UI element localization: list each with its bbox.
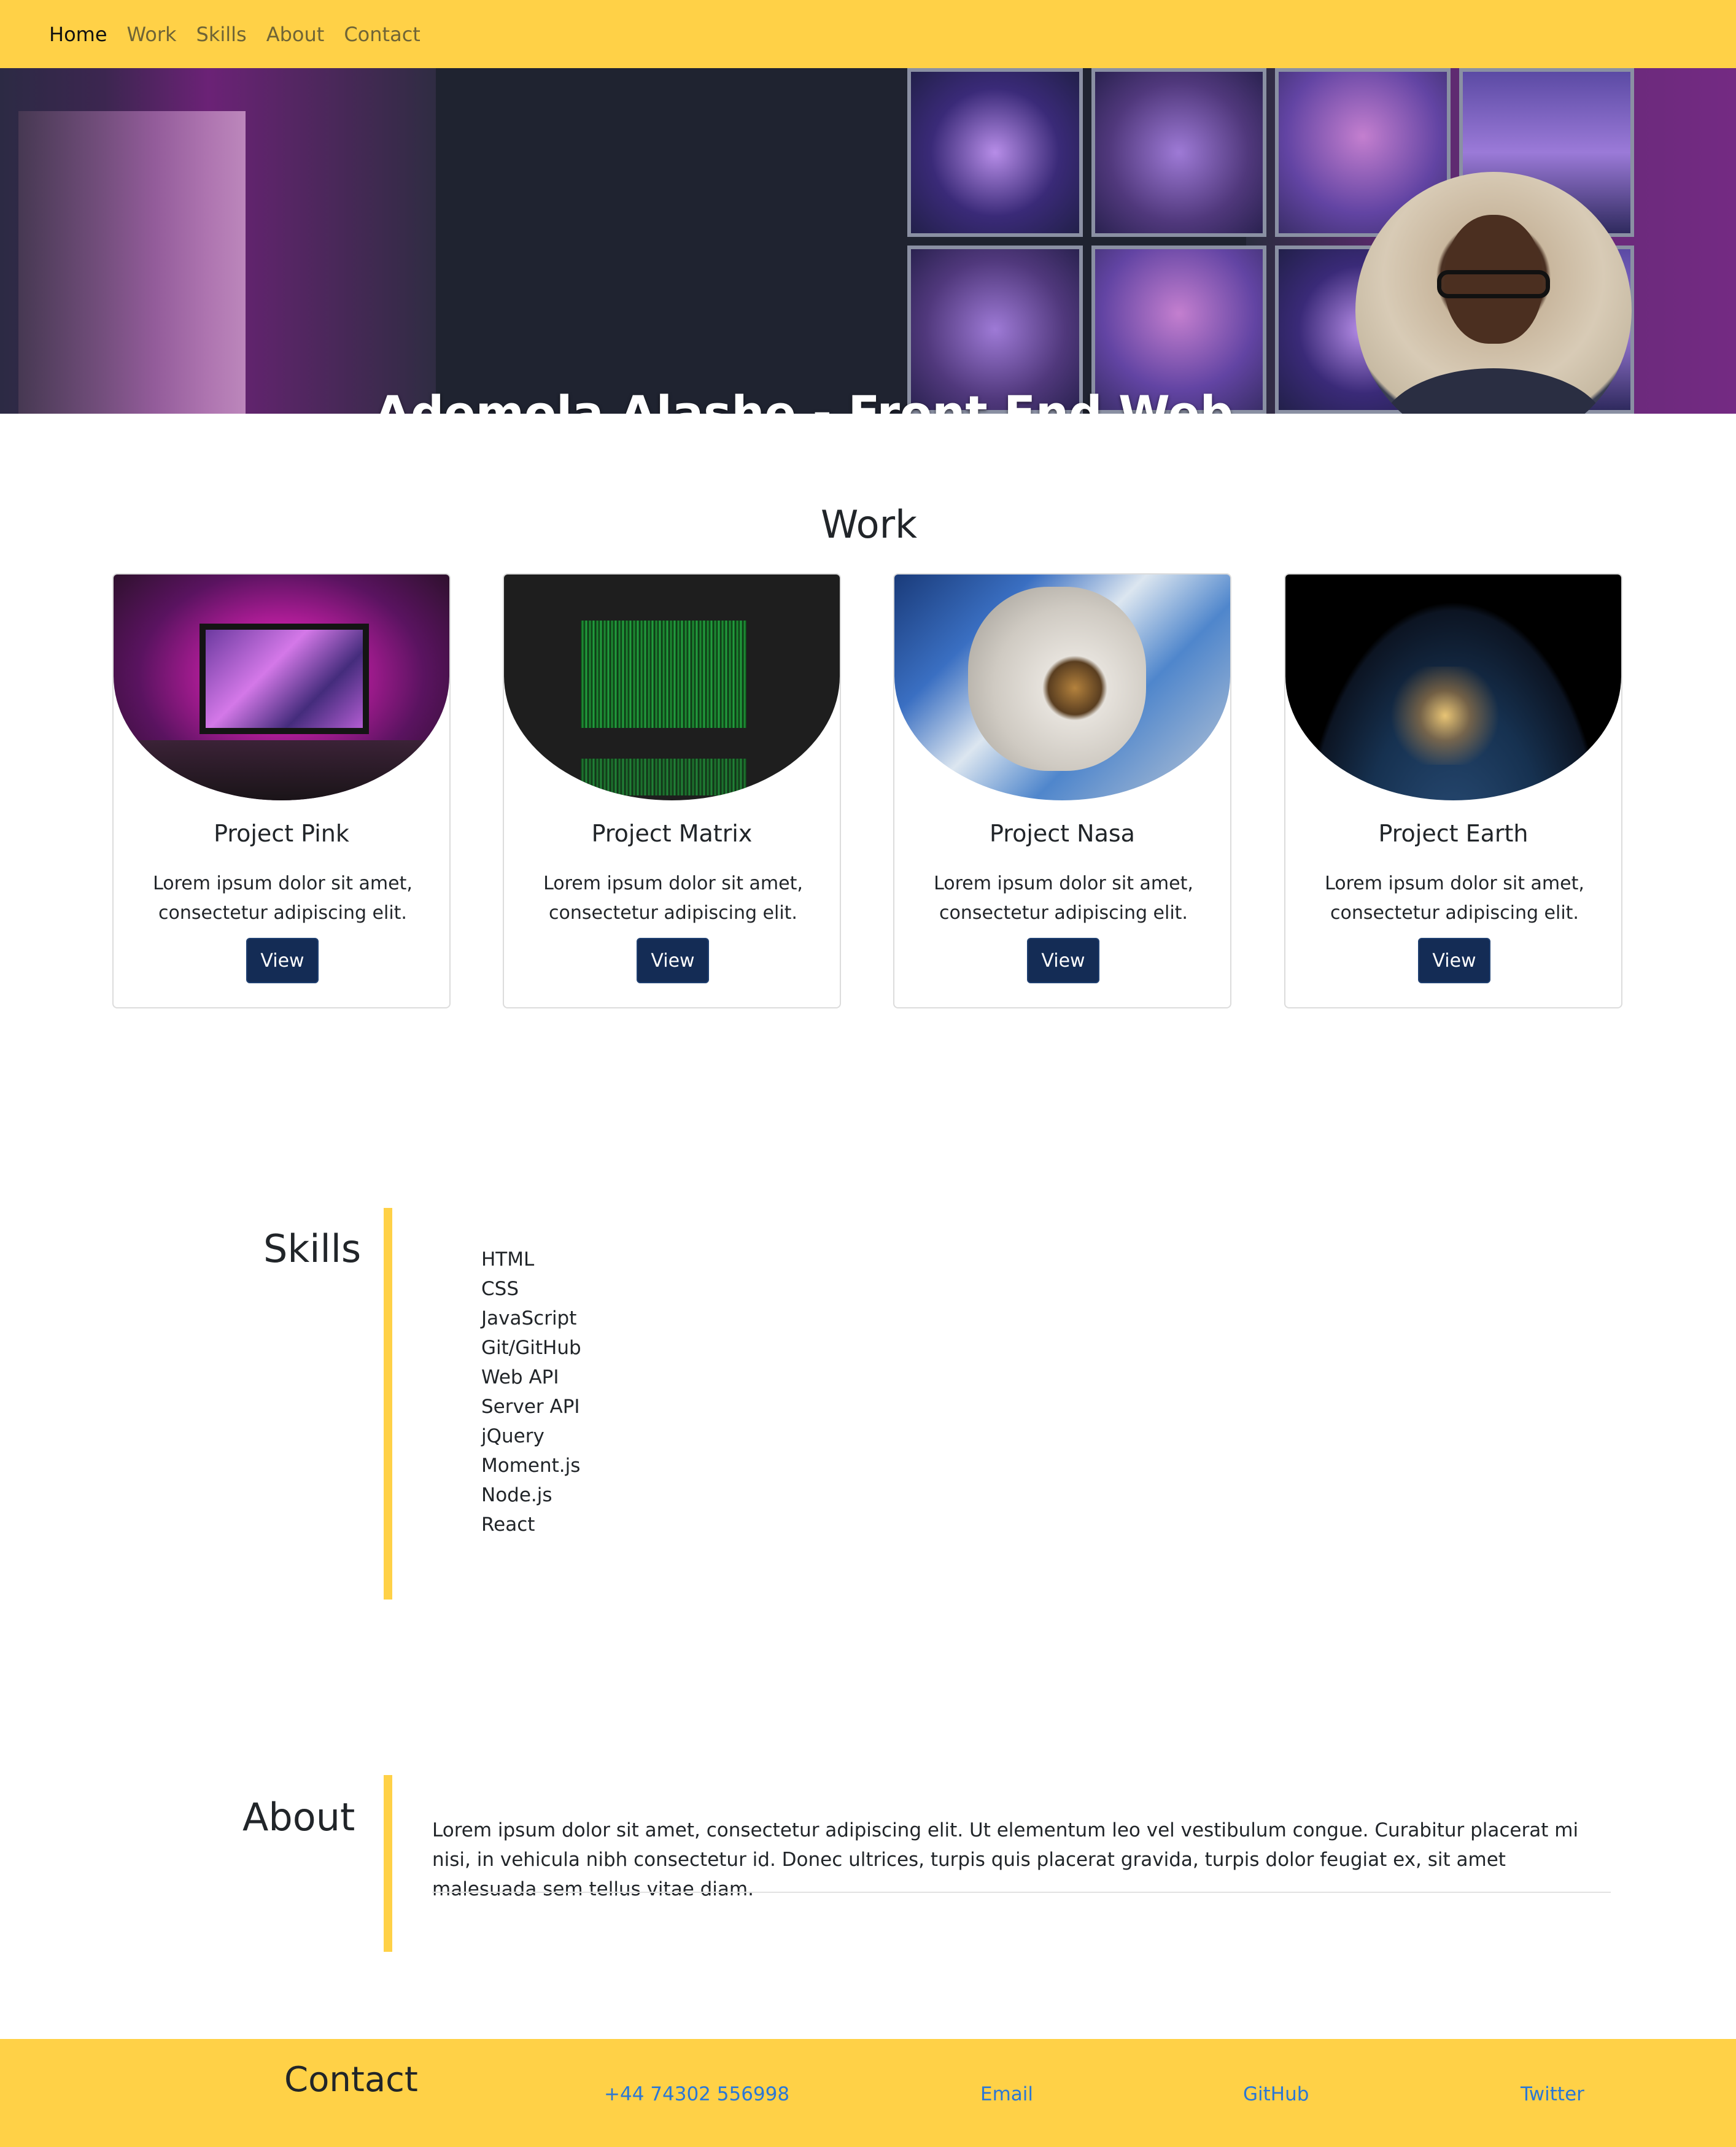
project-card: Project Pink Lorem ipsum dolor sit amet,…	[112, 573, 451, 1008]
matrix-screen	[581, 621, 746, 728]
project-card: Project Earth Lorem ipsum dolor sit amet…	[1284, 573, 1622, 1008]
skill-item: Node.js	[481, 1484, 552, 1506]
hero-banner: Ademola Alashe - Front End Web Developer	[0, 68, 1736, 414]
project-title: Project Nasa	[990, 820, 1135, 847]
desk	[114, 740, 449, 800]
view-button[interactable]: View	[637, 938, 709, 983]
nav-home-link[interactable]: Home	[49, 23, 107, 46]
email-link[interactable]: Email	[980, 2083, 1033, 2105]
project-description: Lorem ipsum dolor sit amet, consectetur …	[153, 873, 413, 924]
view-button[interactable]: View	[1027, 938, 1099, 983]
nav-contact-link[interactable]: Contact	[344, 23, 420, 46]
project-description: Lorem ipsum dolor sit amet, consectetur …	[1325, 873, 1584, 924]
project-earth-image	[1285, 574, 1621, 800]
about-heading: About	[242, 1795, 355, 1839]
city-lights	[1378, 667, 1513, 765]
nav-skills-link[interactable]: Skills	[196, 23, 247, 46]
github-link[interactable]: GitHub	[1243, 2083, 1309, 2105]
twitter-link[interactable]: Twitter	[1521, 2083, 1584, 2105]
matrix-reflection	[581, 759, 746, 795]
skill-item: HTML	[481, 1248, 535, 1271]
skill-item: Moment.js	[481, 1455, 581, 1477]
hero-background-decor	[18, 111, 246, 414]
nav-about-link[interactable]: About	[266, 23, 325, 46]
contact-footer: Contact +44 74302 556998 Email GitHub Tw…	[0, 2039, 1736, 2147]
view-button[interactable]: View	[1418, 938, 1490, 983]
avatar-shirt	[1380, 368, 1607, 414]
project-title: Project Pink	[214, 820, 349, 847]
about-divider	[384, 1775, 392, 1952]
hero-tile	[1091, 68, 1266, 237]
skills-heading: Skills	[263, 1226, 362, 1271]
phone-link[interactable]: +44 74302 556998	[604, 2083, 789, 2105]
project-description: Lorem ipsum dolor sit amet, consectetur …	[543, 873, 803, 924]
astronaut	[968, 587, 1146, 771]
contact-heading: Contact	[284, 2060, 418, 2100]
project-title: Project Earth	[1378, 820, 1529, 847]
hero-tile	[907, 68, 1083, 237]
skill-item: CSS	[481, 1278, 519, 1300]
nav-work-link[interactable]: Work	[127, 23, 177, 46]
project-matrix-image	[504, 574, 840, 800]
monitor-screen	[200, 624, 369, 734]
project-card: Project Nasa Lorem ipsum dolor sit amet,…	[893, 573, 1231, 1008]
hero-monitor-image	[436, 68, 1634, 414]
skill-item: Web API	[481, 1366, 559, 1388]
project-nasa-image	[894, 574, 1230, 800]
skill-item: Git/GitHub	[481, 1337, 581, 1359]
about-divider-line	[432, 1892, 1611, 1893]
project-pink-image	[114, 574, 449, 800]
work-heading: Work	[821, 502, 917, 547]
skill-item: React	[481, 1514, 535, 1536]
avatar-glasses	[1437, 270, 1550, 298]
skills-divider	[384, 1208, 392, 1600]
about-paragraph: Lorem ipsum dolor sit amet, consectetur …	[432, 1819, 1579, 1900]
project-title: Project Matrix	[591, 820, 753, 847]
project-description: Lorem ipsum dolor sit amet, consectetur …	[934, 873, 1193, 924]
skill-item: JavaScript	[481, 1307, 577, 1329]
hero-title: Ademola Alashe - Front End Web Developer	[374, 385, 1234, 414]
skill-item: jQuery	[481, 1425, 544, 1447]
skills-list: HTML CSS JavaScript Git/GitHub Web API S…	[481, 1245, 581, 1539]
view-button[interactable]: View	[246, 938, 319, 983]
project-card: Project Matrix Lorem ipsum dolor sit ame…	[503, 573, 841, 1008]
skill-item: Server API	[481, 1396, 580, 1418]
navbar: Home Work Skills About Contact	[0, 0, 1736, 68]
